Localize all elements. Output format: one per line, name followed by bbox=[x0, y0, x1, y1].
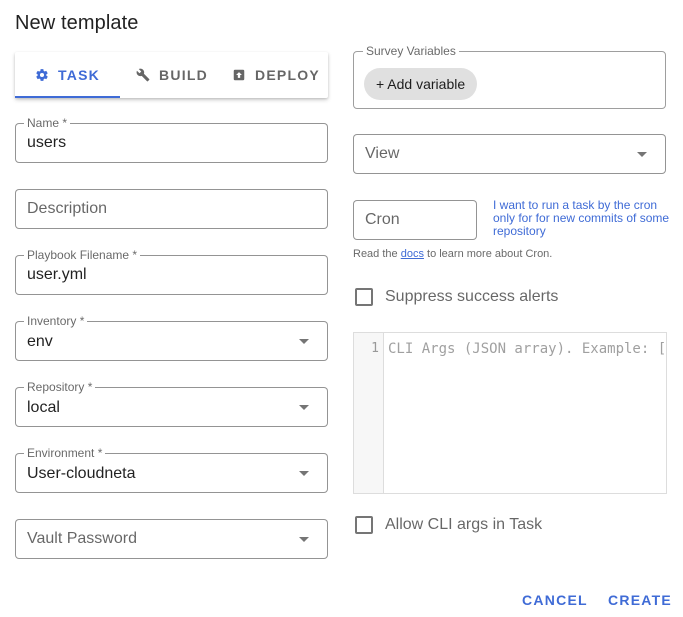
chevron-down-icon[interactable] bbox=[299, 537, 309, 542]
survey-variables: Survey Variables + Add variable bbox=[353, 44, 666, 109]
description-placeholder: Description bbox=[27, 200, 108, 217]
description-field[interactable]: Description bbox=[15, 189, 328, 229]
playbook-filename-field[interactable]: Playbook Filename * user.yml bbox=[15, 248, 328, 295]
create-button[interactable]: CREATE bbox=[608, 592, 672, 608]
tab-bar: TASK BUILD DEPLOY bbox=[15, 52, 328, 98]
environment-select[interactable]: Environment * User-cloudneta bbox=[15, 446, 328, 493]
vault-password-placeholder: Vault Password bbox=[27, 530, 137, 547]
add-variable-button[interactable]: + Add variable bbox=[364, 68, 478, 100]
cancel-button[interactable]: CANCEL bbox=[522, 592, 588, 608]
chevron-down-icon[interactable] bbox=[637, 152, 647, 157]
tab-task-label: TASK bbox=[57, 67, 101, 83]
allow-cli-args-checkbox[interactable]: Allow CLI args in Task bbox=[355, 516, 542, 534]
chevron-down-icon[interactable] bbox=[299, 405, 309, 410]
chevron-down-icon[interactable] bbox=[299, 471, 309, 476]
cron-docs-text: Read the docs to learn more about Cron. bbox=[353, 248, 552, 260]
allow-cli-args-label: Allow CLI args in Task bbox=[385, 516, 543, 533]
suppress-success-alerts-checkbox[interactable]: Suppress success alerts bbox=[355, 288, 558, 306]
repository-label: Repository * bbox=[24, 380, 96, 394]
survey-variables-label: Survey Variables bbox=[363, 44, 459, 58]
checkbox-icon[interactable] bbox=[355, 288, 373, 306]
playbook-filename-value: user.yml bbox=[27, 266, 87, 283]
gear-icon bbox=[35, 68, 49, 82]
inventory-value: env bbox=[27, 333, 53, 350]
cron-docs-prefix: Read the bbox=[353, 248, 401, 260]
name-value: users bbox=[27, 134, 67, 151]
view-select[interactable]: View bbox=[353, 134, 666, 174]
tab-deploy-label: DEPLOY bbox=[254, 67, 321, 83]
line-number: 1 bbox=[371, 341, 379, 356]
repository-value: local bbox=[27, 399, 60, 416]
cron-input[interactable]: Cron bbox=[353, 200, 477, 240]
chevron-down-icon[interactable] bbox=[299, 339, 309, 344]
upload-box-icon bbox=[232, 68, 246, 82]
repository-select[interactable]: Repository * local bbox=[15, 380, 328, 427]
line-number-gutter: 1 bbox=[354, 333, 384, 493]
cron-help-link[interactable]: I want to run a task by the cron only fo… bbox=[493, 199, 673, 238]
environment-label: Environment * bbox=[24, 446, 106, 460]
name-field[interactable]: Name * users bbox=[15, 116, 328, 163]
dialog-title: New template bbox=[15, 12, 139, 34]
cron-docs-suffix: to learn more about Cron. bbox=[423, 248, 553, 260]
view-placeholder: View bbox=[365, 145, 400, 162]
tab-task[interactable]: TASK bbox=[15, 52, 120, 98]
tab-build[interactable]: BUILD bbox=[120, 52, 224, 98]
suppress-success-alerts-label: Suppress success alerts bbox=[385, 288, 559, 305]
environment-value: User-cloudneta bbox=[27, 465, 136, 482]
cli-args-placeholder: CLI Args (JSON array). Example: [ bbox=[388, 341, 667, 357]
playbook-filename-label: Playbook Filename * bbox=[24, 248, 141, 262]
inventory-select[interactable]: Inventory * env bbox=[15, 314, 328, 361]
vault-password-select[interactable]: Vault Password bbox=[15, 519, 328, 559]
docs-link[interactable]: docs bbox=[401, 248, 424, 260]
name-label: Name * bbox=[24, 116, 71, 130]
tab-build-label: BUILD bbox=[158, 67, 209, 83]
cron-placeholder: Cron bbox=[365, 211, 400, 228]
inventory-label: Inventory * bbox=[24, 314, 88, 328]
tab-deploy[interactable]: DEPLOY bbox=[224, 52, 328, 98]
checkbox-icon[interactable] bbox=[355, 516, 373, 534]
cli-args-editor[interactable]: 1 CLI Args (JSON array). Example: [ bbox=[353, 332, 667, 494]
wrench-icon bbox=[136, 68, 150, 82]
